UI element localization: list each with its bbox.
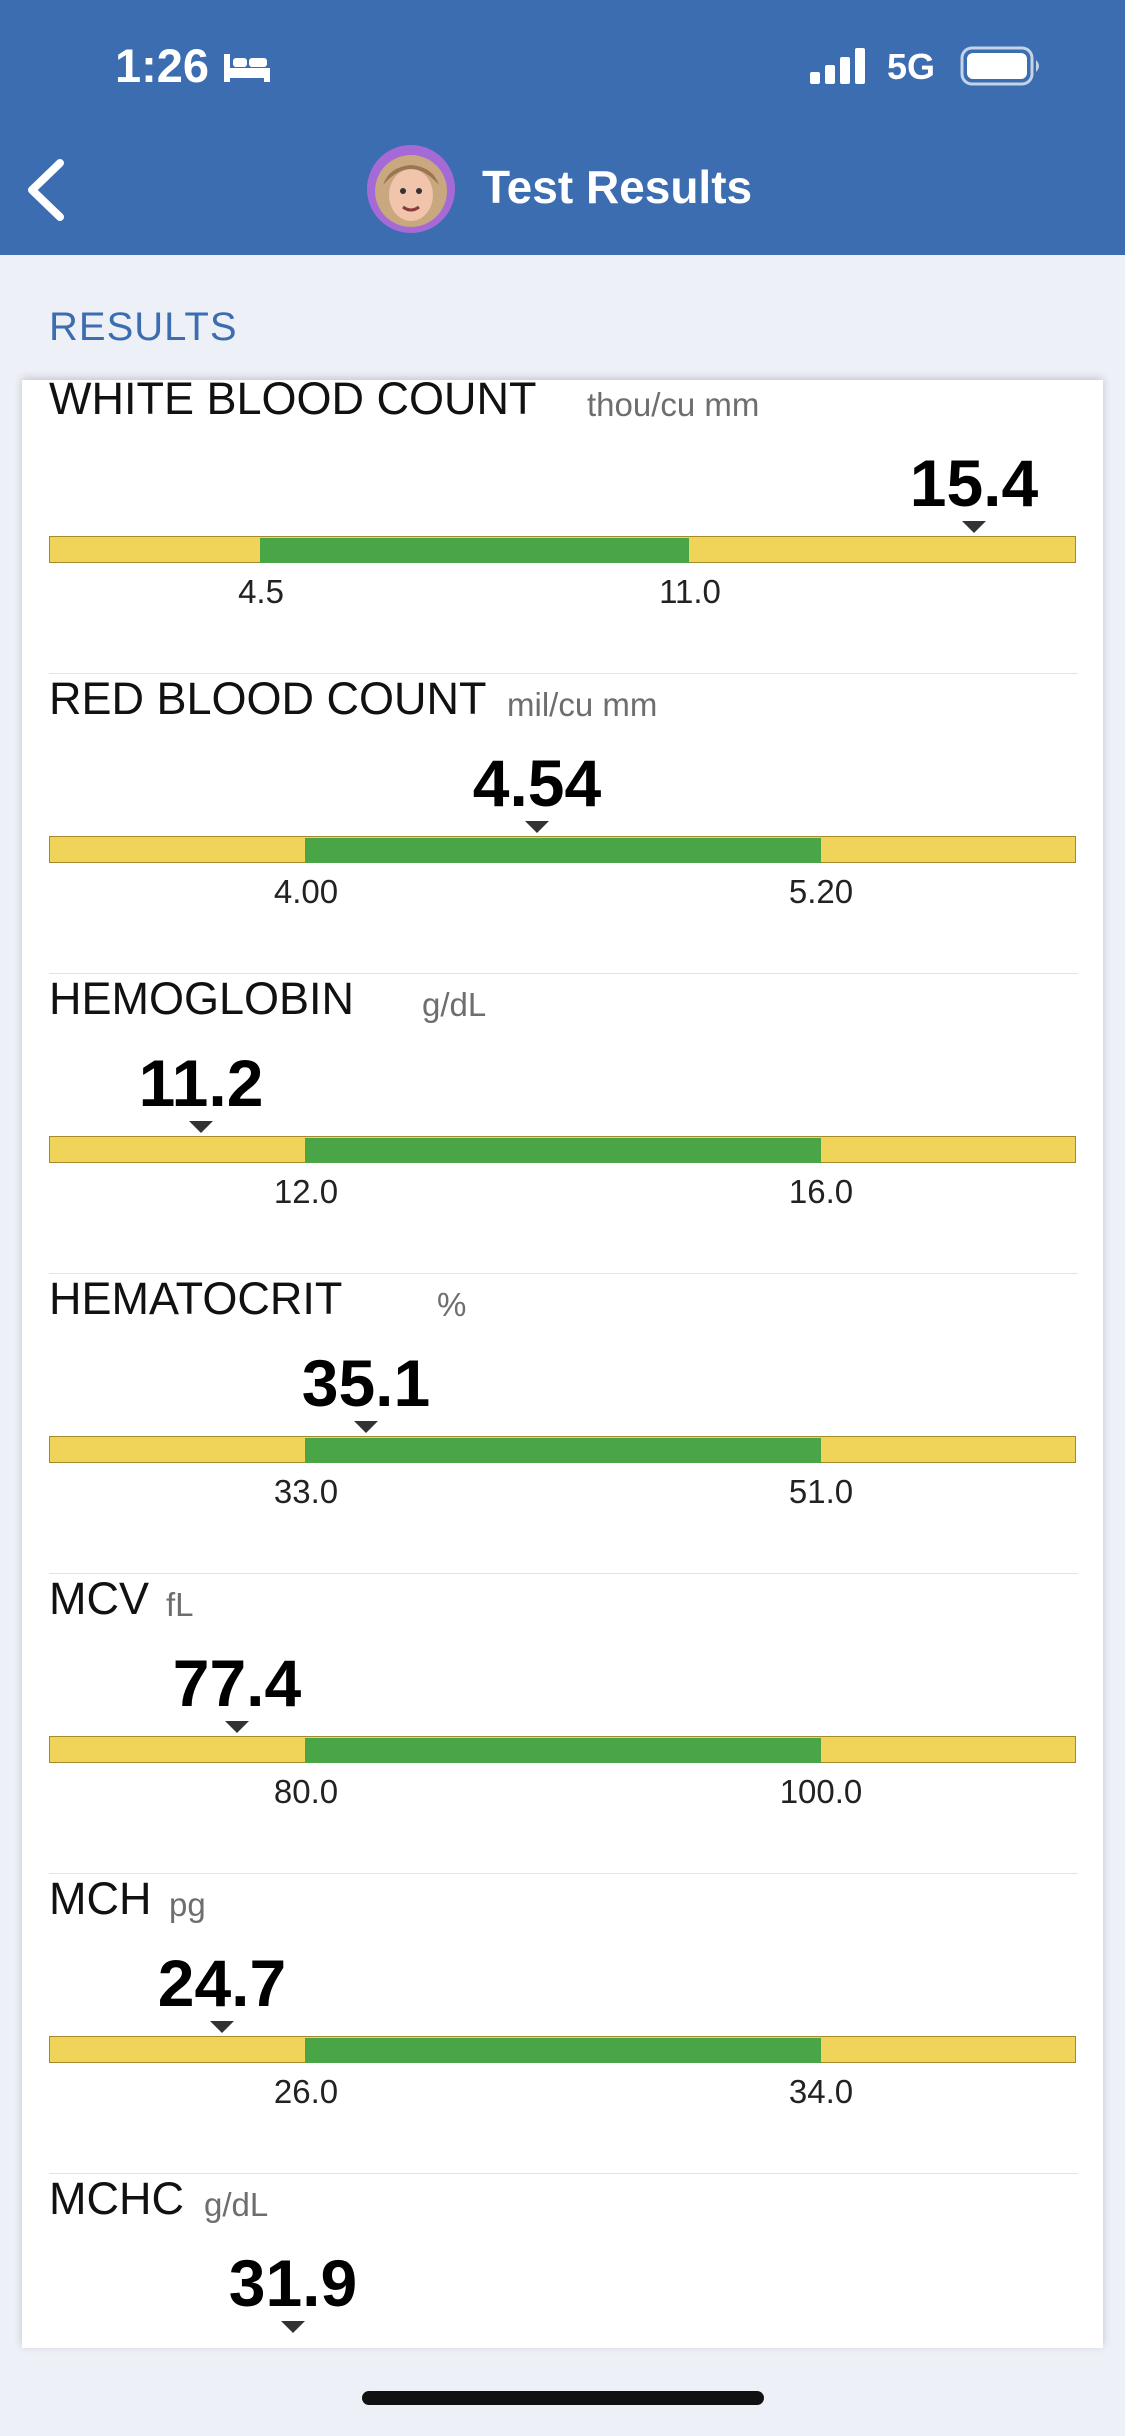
bed-icon <box>222 52 272 89</box>
result-row-mcv[interactable]: MCV fL 77.4 80.0 100.0 <box>49 1573 1078 1874</box>
test-name: HEMOGLOBIN <box>49 973 355 1024</box>
range-high-label: 16.0 <box>788 1173 854 1210</box>
value-pointer <box>354 1421 378 1433</box>
test-name: MCH <box>49 1873 152 1924</box>
range-bar <box>49 1136 1076 1163</box>
results-card: WHITE BLOOD COUNT thou/cu mm 15.4 4.5 11… <box>22 380 1103 2348</box>
result-row-red-blood-count[interactable]: RED BLOOD COUNT mil/cu mm 4.54 4.00 5.20 <box>49 673 1078 974</box>
chevron-left-icon <box>28 159 64 221</box>
range-low-label: 4.5 <box>238 573 284 610</box>
battery-icon <box>960 46 1042 91</box>
range-high-label: 5.20 <box>788 873 854 910</box>
test-unit: g/dL <box>422 986 487 1023</box>
value-pointer <box>962 521 986 533</box>
result-row-mchc[interactable]: MCHC g/dL 31.9 <box>49 2173 1078 2348</box>
range-bar <box>49 2036 1076 2063</box>
result-value: 24.7 <box>157 1946 287 2020</box>
result-row-mch[interactable]: MCH pg 24.7 26.0 34.0 <box>49 1873 1078 2174</box>
home-indicator[interactable] <box>362 2391 764 2405</box>
test-name: RED BLOOD COUNT <box>49 673 487 724</box>
result-value: 31.9 <box>228 2246 358 2320</box>
result-row-white-blood-count[interactable]: WHITE BLOOD COUNT thou/cu mm 15.4 4.5 11… <box>49 380 1078 674</box>
range-bar <box>49 836 1076 863</box>
range-bar <box>49 1436 1076 1463</box>
result-value: 11.2 <box>138 1046 264 1120</box>
normal-range-segment <box>305 2038 821 2063</box>
normal-range-segment <box>305 1138 821 1163</box>
test-name: HEMATOCRIT <box>49 1273 343 1324</box>
value-pointer <box>210 2021 234 2033</box>
result-value: 35.1 <box>301 1346 431 1420</box>
range-high-label: 51.0 <box>788 1473 854 1510</box>
normal-range-segment <box>305 1738 821 1763</box>
normal-range-segment <box>305 838 821 863</box>
test-unit: mil/cu mm <box>507 686 658 723</box>
result-row-hematocrit[interactable]: HEMATOCRIT % 35.1 33.0 51.0 <box>49 1273 1078 1574</box>
test-name: MCV <box>49 1573 149 1624</box>
app-bar: 1:26 5G Test Results <box>0 0 1125 255</box>
signal-icon <box>810 48 870 89</box>
page-title: Test Results <box>482 161 753 213</box>
result-row-hemoglobin[interactable]: HEMOGLOBIN g/dL 11.2 12.0 16.0 <box>49 973 1078 1274</box>
value-pointer <box>189 1121 213 1133</box>
result-value: 15.4 <box>909 446 1039 520</box>
value-pointer <box>525 821 549 833</box>
test-unit: pg <box>169 1886 206 1923</box>
test-name: WHITE BLOOD COUNT <box>49 380 537 424</box>
network-label: 5G <box>887 46 936 87</box>
test-name: MCHC <box>49 2173 184 2224</box>
result-value: 77.4 <box>172 1646 302 1720</box>
test-unit: thou/cu mm <box>587 386 760 423</box>
value-pointer <box>225 1721 249 1733</box>
test-unit: % <box>437 1286 467 1323</box>
normal-range-segment <box>305 1438 821 1463</box>
range-low-label: 4.00 <box>273 873 339 910</box>
range-high-label: 11.0 <box>659 573 721 610</box>
range-low-label: 12.0 <box>273 1173 339 1210</box>
value-pointer <box>281 2321 305 2333</box>
range-low-label: 26.0 <box>273 2073 339 2110</box>
results-section-label: RESULTS <box>49 305 238 349</box>
test-unit: g/dL <box>204 2186 269 2223</box>
range-low-label: 80.0 <box>273 1773 339 1810</box>
avatar[interactable] <box>367 145 455 233</box>
range-low-label: 33.0 <box>273 1473 339 1510</box>
normal-range-segment <box>260 538 689 563</box>
test-unit: fL <box>166 1586 194 1623</box>
range-high-label: 34.0 <box>788 2073 854 2110</box>
range-bar <box>49 536 1076 563</box>
back-button[interactable] <box>20 155 80 225</box>
range-bar <box>49 1736 1076 1763</box>
status-time: 1:26 <box>115 39 210 92</box>
range-high-label: 100.0 <box>779 1773 863 1810</box>
result-value: 4.54 <box>472 746 602 820</box>
